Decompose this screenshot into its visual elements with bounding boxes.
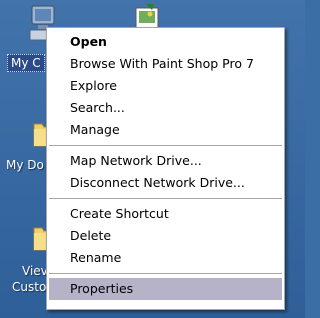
menu-item-browse-paint-shop[interactable]: Browse With Paint Shop Pro 7 (49, 53, 282, 75)
my-computer-label[interactable]: My C (7, 54, 45, 72)
view-label[interactable]: Viev (22, 264, 48, 278)
menu-item-manage[interactable]: Manage (49, 119, 282, 141)
menu-separator (49, 273, 282, 274)
menu-item-open[interactable]: Open (49, 31, 282, 53)
menu-item-properties[interactable]: Properties (49, 278, 282, 300)
menu-item-disconnect-network-drive[interactable]: Disconnect Network Drive... (49, 172, 282, 194)
customize-label[interactable]: Custo (12, 280, 46, 294)
menu-item-map-network-drive[interactable]: Map Network Drive... (49, 150, 282, 172)
menu-item-search[interactable]: Search... (49, 97, 282, 119)
menu-separator (49, 198, 282, 199)
menu-item-rename[interactable]: Rename (49, 247, 282, 269)
menu-item-explore[interactable]: Explore (49, 75, 282, 97)
menu-item-delete[interactable]: Delete (49, 225, 282, 247)
menu-separator (49, 145, 282, 146)
my-documents-label[interactable]: My Do (6, 158, 44, 172)
context-menu: Open Browse With Paint Shop Pro 7 Explor… (46, 27, 285, 310)
menu-item-create-shortcut[interactable]: Create Shortcut (49, 203, 282, 225)
